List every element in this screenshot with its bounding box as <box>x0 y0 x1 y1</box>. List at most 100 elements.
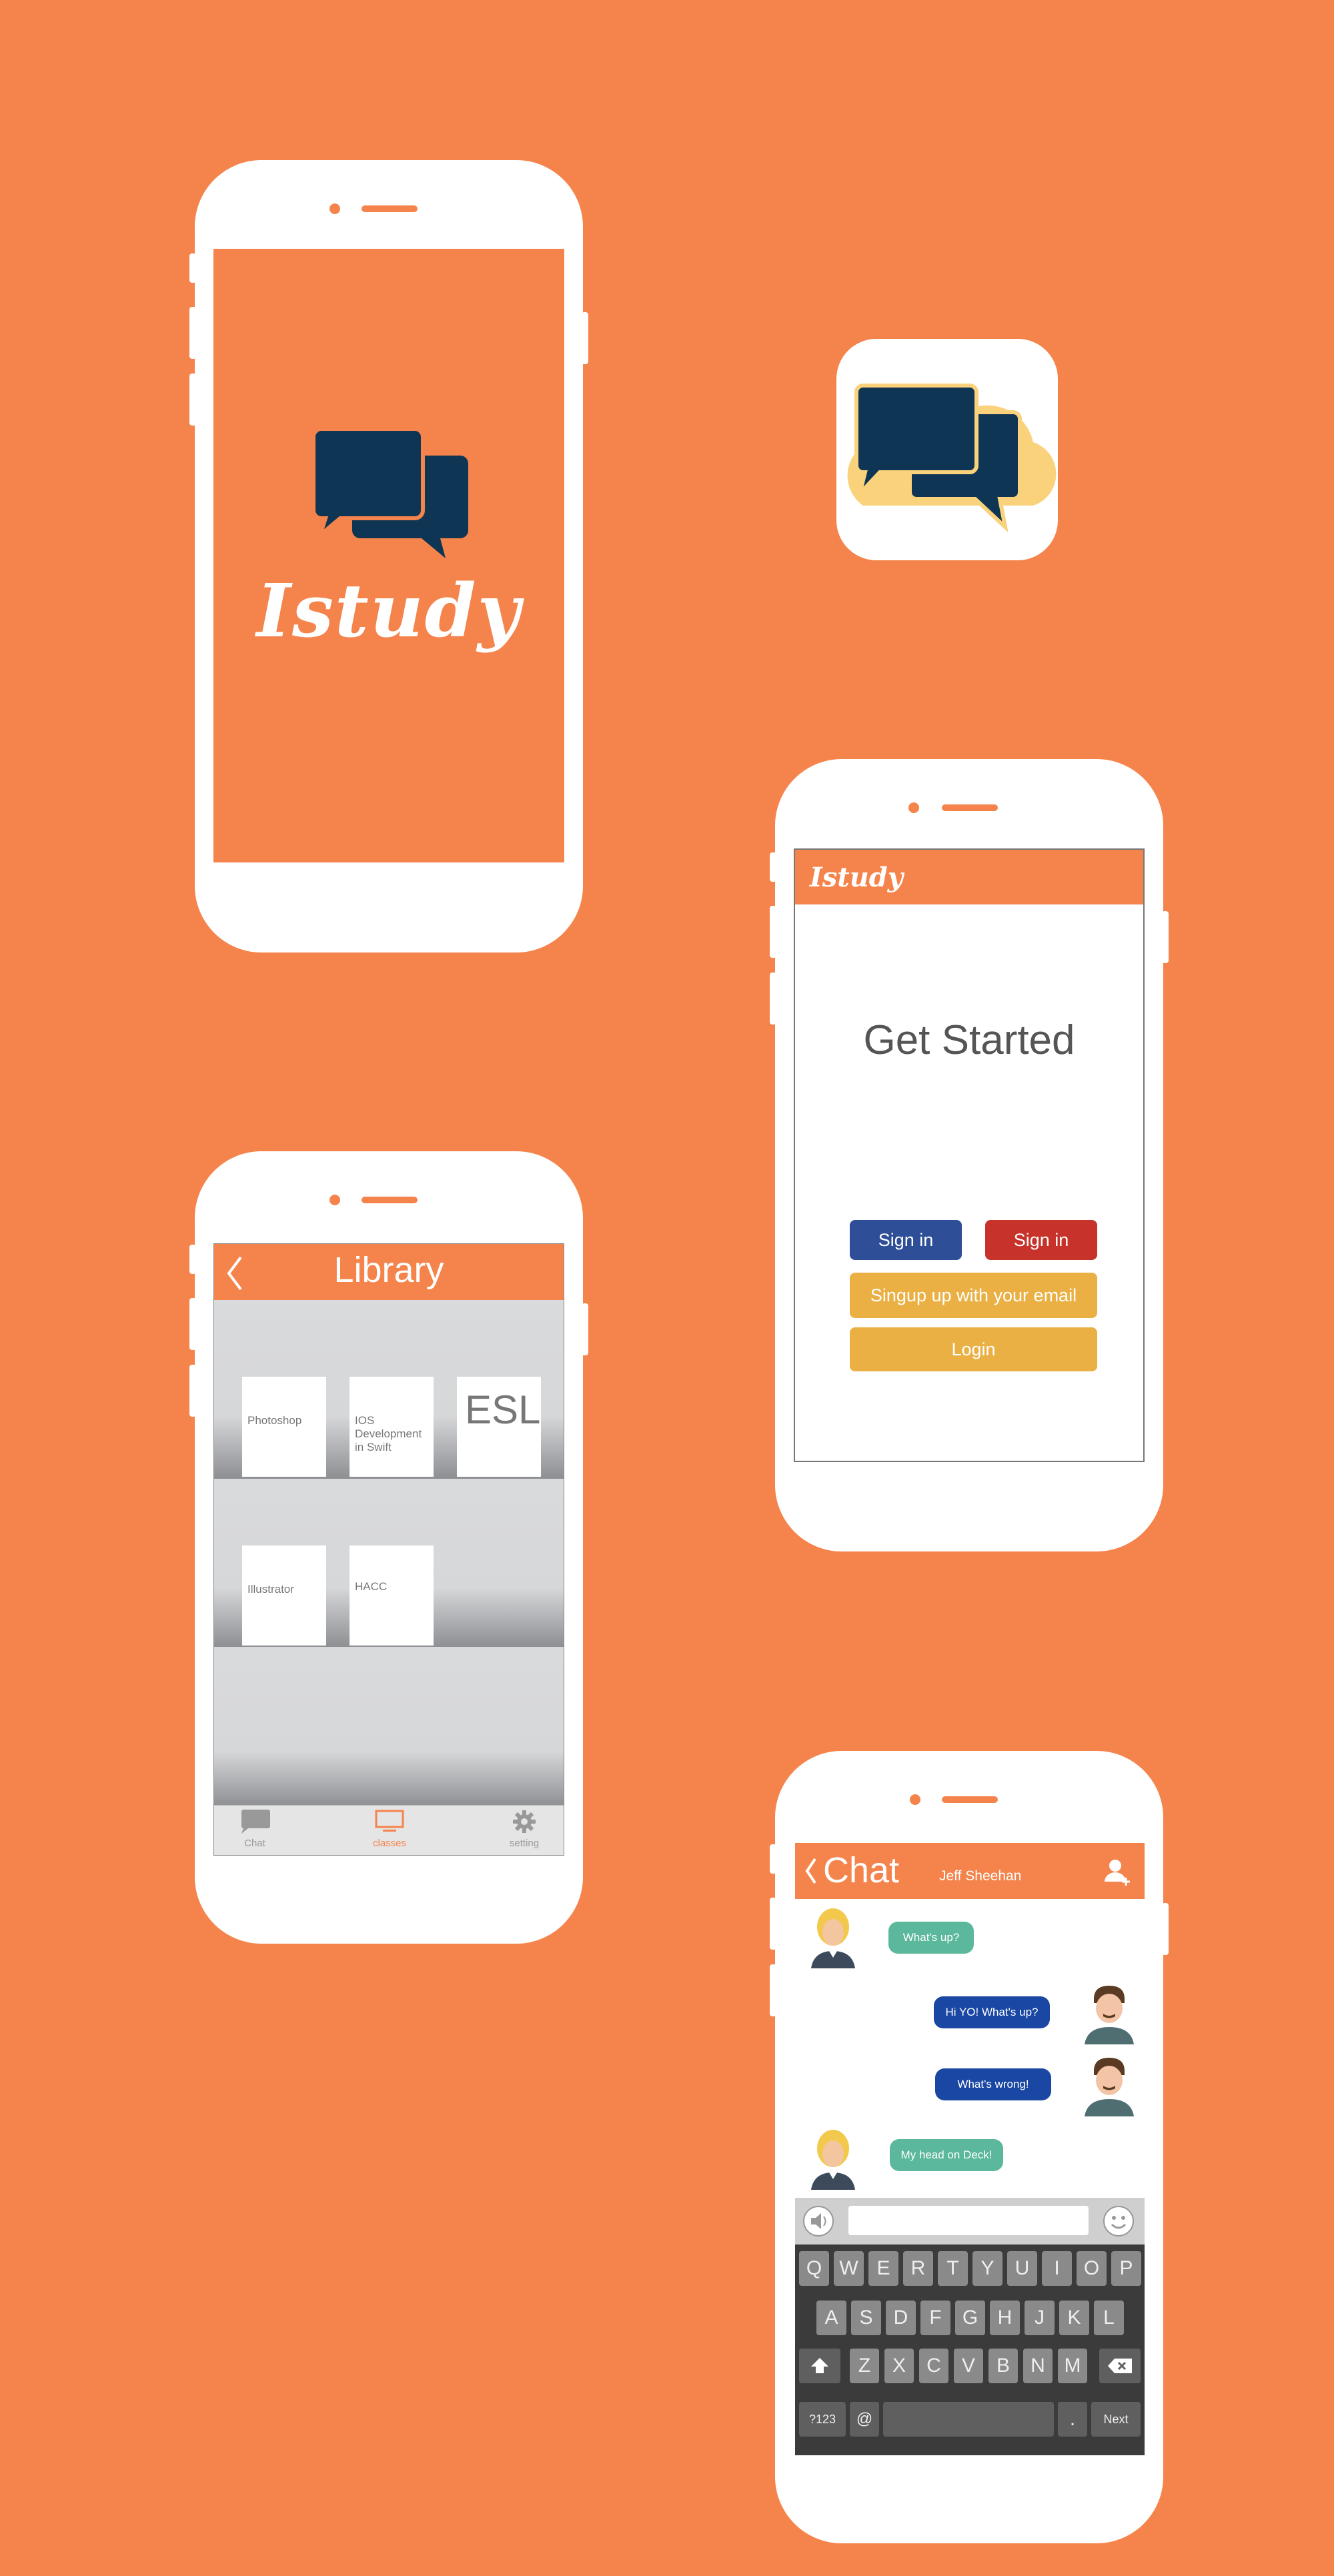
key-d[interactable]: D <box>886 2301 916 2335</box>
book-ios-swift[interactable]: IOS Development in Swift <box>350 1377 434 1477</box>
key-f[interactable]: F <box>920 2301 950 2335</box>
camera <box>329 1195 340 1205</box>
book-photoshop[interactable]: Photoshop <box>242 1377 326 1477</box>
get-started-screen: Istudy Get Started Sign in Sign in Singu… <box>794 848 1145 1462</box>
key-j[interactable]: J <box>1025 2301 1055 2335</box>
key-a[interactable]: A <box>816 2301 846 2335</box>
key-r[interactable]: R <box>903 2251 933 2286</box>
key-i[interactable]: I <box>1042 2251 1072 2286</box>
message-bubble-received: What's up? <box>888 1922 974 1954</box>
key-m[interactable]: M <box>1058 2349 1087 2383</box>
emoji-icon[interactable] <box>1102 2204 1135 2238</box>
chat-icon <box>241 1810 270 1834</box>
shelf-row-2: Illustrator HACC <box>214 1479 564 1647</box>
key-l[interactable]: L <box>1094 2301 1124 2335</box>
chat-bubbles-cloud-icon <box>847 384 1057 533</box>
tab-label: Chat <box>244 1838 265 1849</box>
symbols-key[interactable]: ?123 <box>799 2402 846 2437</box>
backspace-icon <box>1108 2359 1132 2373</box>
shelf-row-3 <box>214 1647 564 1807</box>
phone-splash: Istudy <box>189 160 588 952</box>
camera <box>910 1794 920 1805</box>
message-bubble-sent: Hi YO! What's up? <box>934 1996 1050 2028</box>
key-g[interactable]: G <box>955 2301 985 2335</box>
tab-classes[interactable]: classes <box>350 1808 430 1849</box>
key-x[interactable]: X <box>884 2349 914 2383</box>
tab-label: classes <box>372 1838 407 1849</box>
phone-get-started: Istudy Get Started Sign in Sign in Singu… <box>770 759 1169 1551</box>
key-y[interactable]: Y <box>972 2251 1003 2286</box>
backspace-key[interactable] <box>1099 2349 1141 2383</box>
at-key[interactable]: @ <box>850 2402 879 2437</box>
speaker <box>942 804 998 811</box>
gear-icon <box>513 1810 536 1833</box>
login-button[interactable]: Login <box>850 1327 1097 1371</box>
input-bar <box>795 2198 1145 2244</box>
avatar-man <box>1085 1986 1134 2044</box>
key-w[interactable]: W <box>834 2251 864 2286</box>
key-b[interactable]: B <box>988 2349 1018 2383</box>
key-k[interactable]: K <box>1059 2301 1089 2335</box>
key-c[interactable]: C <box>919 2349 948 2383</box>
speaker <box>362 205 418 212</box>
tab-bar: Chat classes setting <box>214 1805 564 1855</box>
key-e[interactable]: E <box>868 2251 898 2286</box>
next-key[interactable]: Next <box>1091 2402 1141 2437</box>
speaker <box>362 1197 418 1203</box>
shelf-row-1: Photoshop IOS Development in Swift ESL <box>214 1300 564 1479</box>
message-bubble-sent: What's wrong! <box>935 2068 1051 2100</box>
splash-brand: Istudy <box>256 568 522 654</box>
contact-name: Jeff Sheehan <box>939 1868 1022 1884</box>
avatar-woman <box>811 1908 855 1968</box>
camera <box>908 802 919 813</box>
chevron-left-icon[interactable] <box>803 1856 819 1886</box>
key-p[interactable]: P <box>1111 2251 1141 2286</box>
dot-key[interactable]: . <box>1058 2402 1087 2437</box>
library-screen: Library Photoshop IOS Development in Swi… <box>213 1243 564 1856</box>
app-icon[interactable] <box>836 339 1058 560</box>
key-v[interactable]: V <box>954 2349 983 2383</box>
phone-library: Library Photoshop IOS Development in Swi… <box>189 1151 588 1944</box>
key-t[interactable]: T <box>938 2251 968 2286</box>
library-header: Library <box>214 1244 564 1300</box>
key-q[interactable]: Q <box>799 2251 829 2286</box>
sign-in-button-red[interactable]: Sign in <box>985 1220 1097 1260</box>
key-z[interactable]: Z <box>850 2349 879 2383</box>
add-user-icon[interactable] <box>1103 1858 1133 1888</box>
monitor-icon <box>375 1810 404 1832</box>
chat-screen: Chat Jeff Sheehan What's up? Hi YO! What… <box>795 1843 1145 2455</box>
page-title: Get Started <box>863 1017 1075 1063</box>
book-esl[interactable]: ESL <box>457 1377 541 1477</box>
speaker-icon[interactable] <box>802 2204 835 2238</box>
tab-setting[interactable]: setting <box>484 1808 564 1849</box>
message-bubble-received: My head on Deck! <box>890 2139 1003 2171</box>
tab-chat[interactable]: Chat <box>215 1808 295 1849</box>
camera <box>329 203 340 214</box>
key-u[interactable]: U <box>1007 2251 1037 2286</box>
speaker <box>942 1796 998 1803</box>
page-title: Library <box>334 1250 444 1290</box>
page-title: Chat <box>823 1850 900 1890</box>
key-h[interactable]: H <box>990 2301 1020 2335</box>
chat-header: Chat Jeff Sheehan <box>795 1843 1145 1899</box>
avatar-woman <box>811 2130 855 2190</box>
shift-icon <box>811 2358 828 2373</box>
signup-email-button[interactable]: Singup up with your email <box>850 1273 1097 1318</box>
avatar-man <box>1085 2058 1134 2116</box>
app-header: Istudy <box>795 850 1143 904</box>
key-s[interactable]: S <box>851 2301 881 2335</box>
book-illustrator[interactable]: Illustrator <box>242 1545 326 1646</box>
message-input[interactable] <box>848 2206 1089 2235</box>
header-brand: Istudy <box>810 862 903 893</box>
key-o[interactable]: O <box>1077 2251 1107 2286</box>
shift-key[interactable] <box>799 2349 840 2383</box>
book-hacc[interactable]: HACC <box>350 1545 434 1646</box>
chat-bubbles-icon <box>313 429 468 558</box>
splash-screen: Istudy <box>213 249 564 862</box>
phone-chat: Chat Jeff Sheehan What's up? Hi YO! What… <box>770 1751 1169 2543</box>
sign-in-button-blue[interactable]: Sign in <box>850 1220 962 1260</box>
key-n[interactable]: N <box>1023 2349 1053 2383</box>
tab-label: setting <box>509 1838 540 1849</box>
space-key[interactable] <box>883 2402 1054 2437</box>
keyboard: QWERTYUIOP ASDFGHJKL ZXCVBNM ?123 @ . Ne… <box>795 2244 1145 2455</box>
